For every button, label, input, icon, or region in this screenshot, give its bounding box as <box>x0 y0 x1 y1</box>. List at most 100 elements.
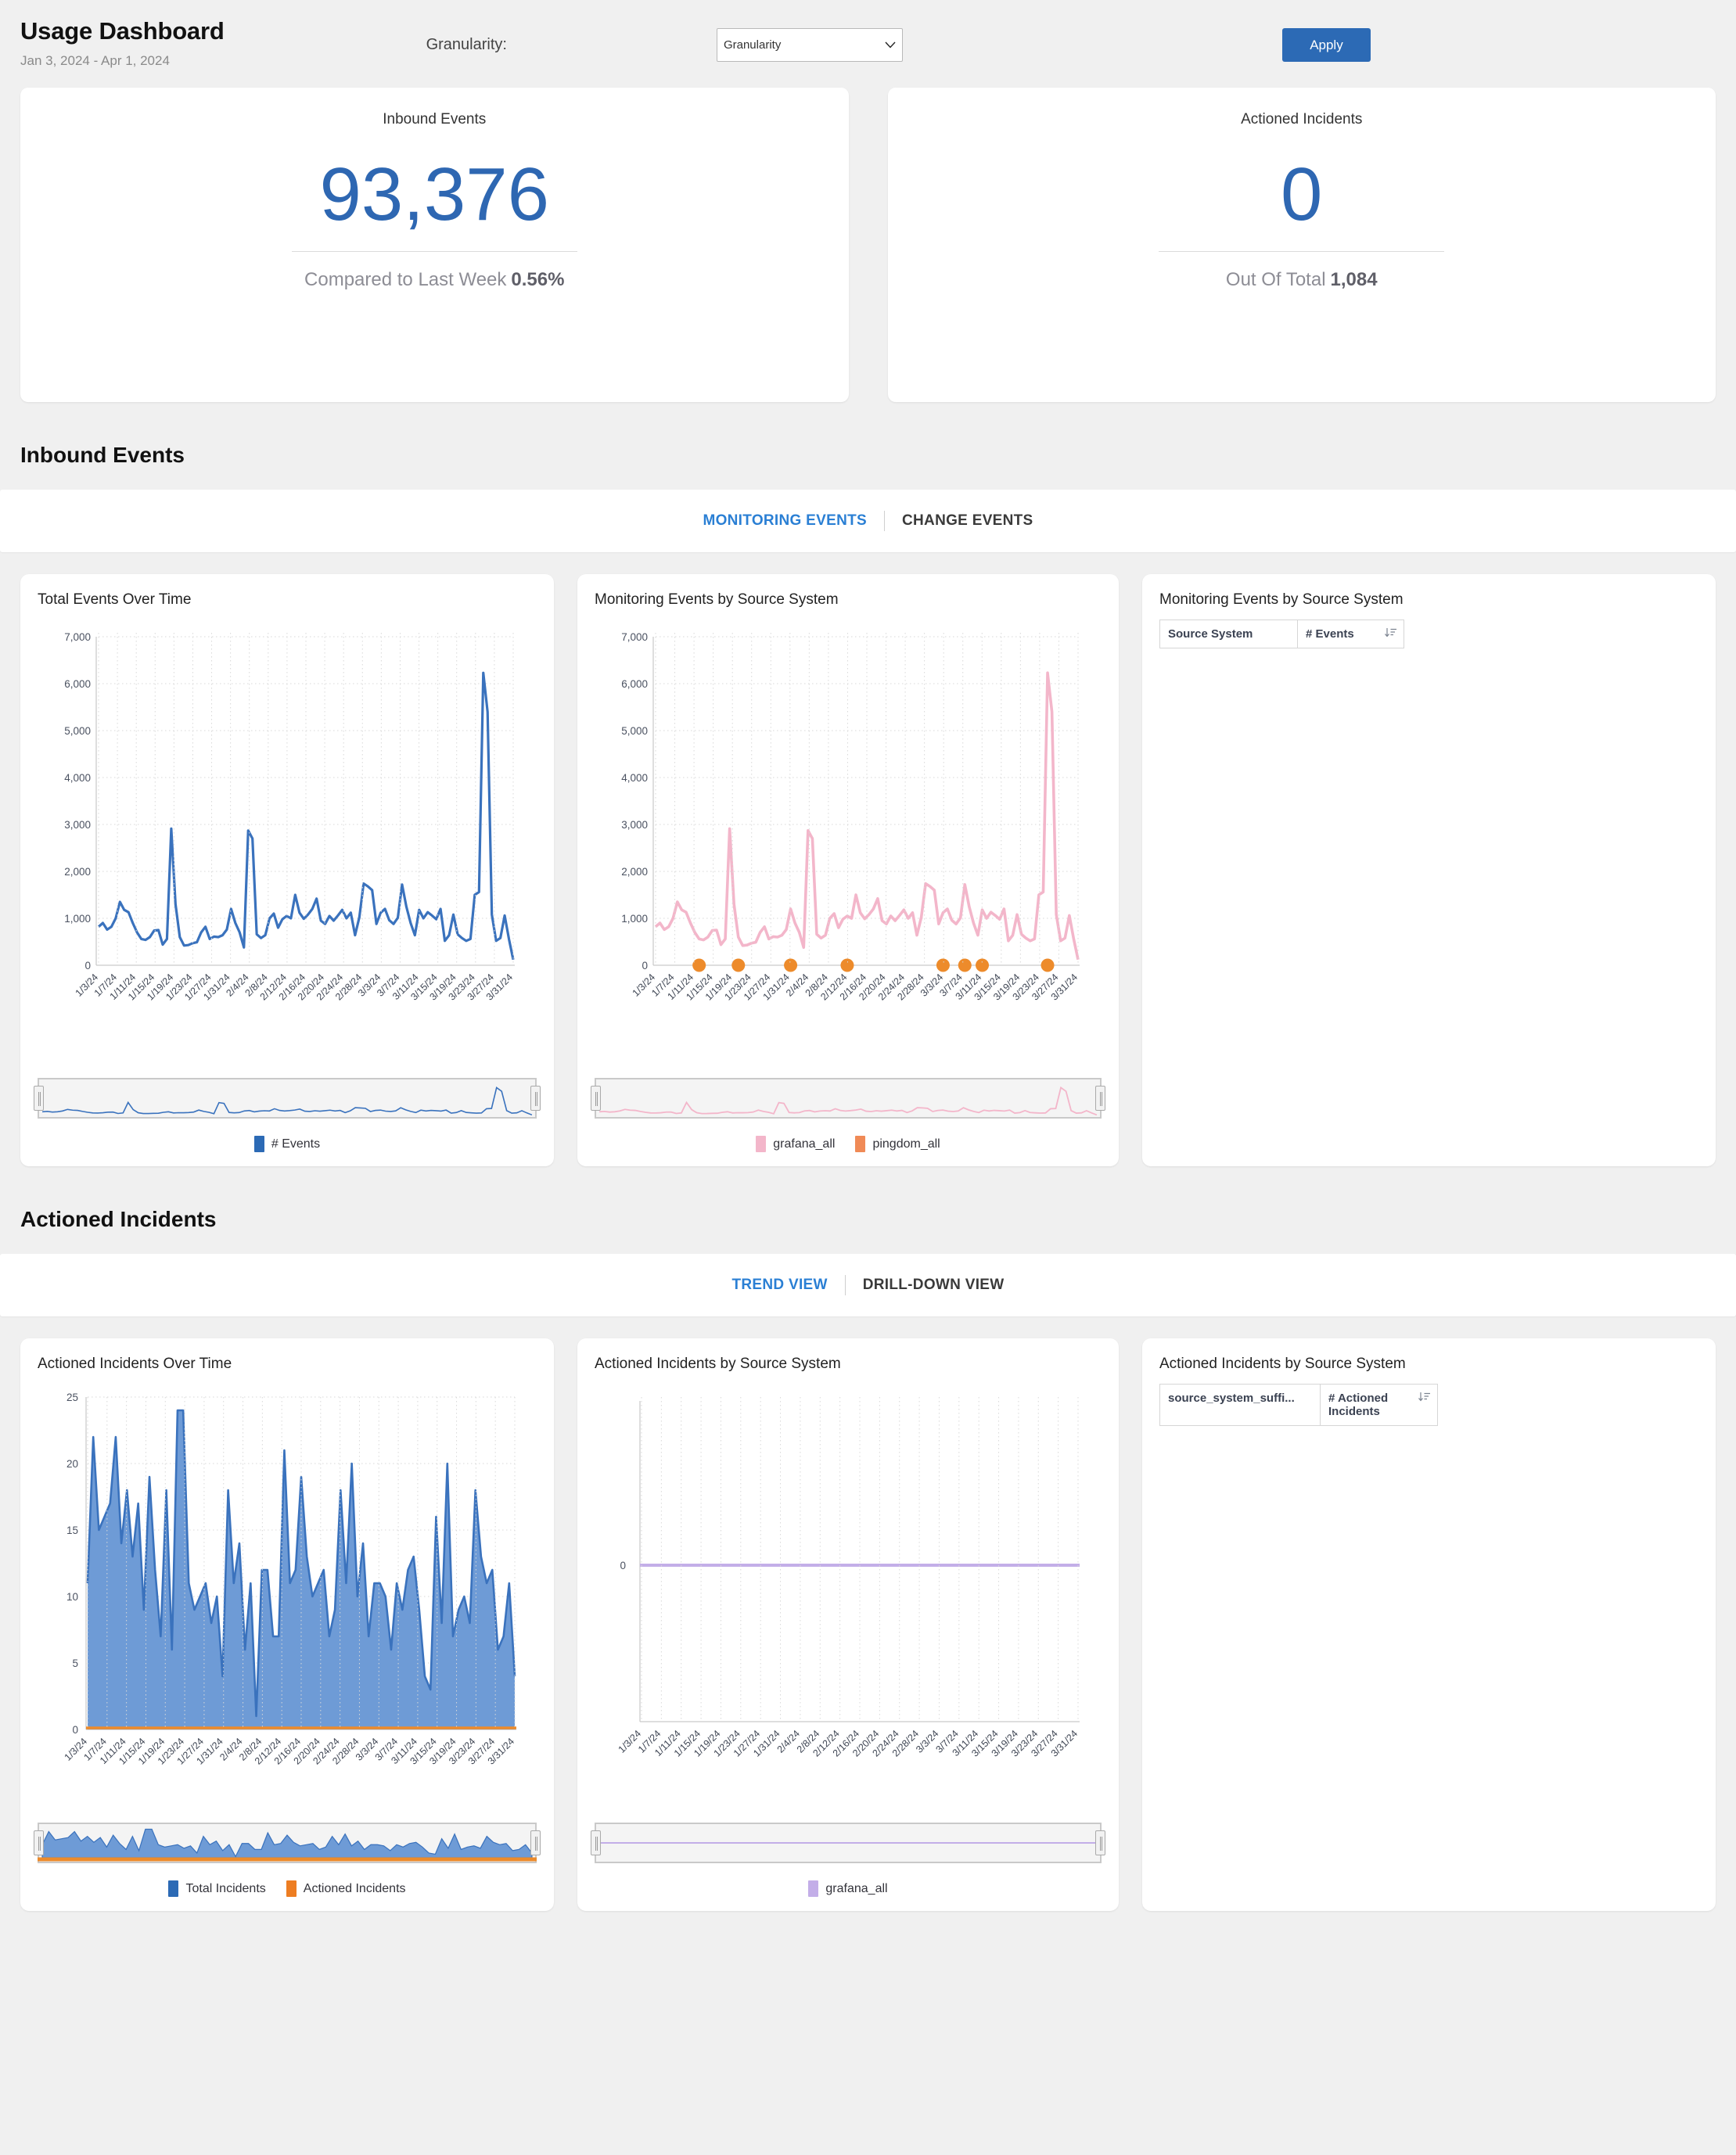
y-axis-tick-label: 4,000 <box>621 772 648 784</box>
sort-descending-icon[interactable] <box>1385 627 1397 641</box>
kpi-divider <box>1159 251 1444 252</box>
legend-item[interactable]: Actioned Incidents <box>286 1880 406 1897</box>
range-brush-actioned-incidents[interactable] <box>38 1823 537 1863</box>
column-header-source-system-suffix[interactable]: source_system_suffi... <box>1160 1385 1321 1426</box>
kpi-title: Actioned Incidents <box>1241 111 1362 128</box>
kpi-card-inbound-events: Inbound Events 93,376 Compared to Last W… <box>20 88 849 402</box>
column-header-source-system[interactable]: Source System <box>1160 620 1298 648</box>
chart-svg: 0510152025 1/3/241/7/241/11/241/15/241/1… <box>38 1377 530 1812</box>
y-axis-tick-label: 3,000 <box>621 819 648 831</box>
y-axis-tick-label: 3,000 <box>64 819 91 831</box>
range-brush-total-events[interactable] <box>38 1078 537 1119</box>
granularity-selected-value: Granularity <box>724 38 885 52</box>
legend-swatch-icon <box>286 1880 297 1897</box>
sort-descending-icon[interactable] <box>1418 1392 1431 1405</box>
brush-handle-left[interactable] <box>34 1086 44 1111</box>
kpi-footer-label: Out Of Total <box>1226 269 1326 290</box>
chart-row-actioned-incidents: Actioned Incidents Over Time 0510152025 … <box>20 1338 1716 1911</box>
chart-monitoring-events-by-source[interactable]: 01,0002,0003,0004,0005,0006,0007,000 1/3… <box>595 613 1102 1067</box>
kpi-footer: Compared to Last Week0.56% <box>304 269 564 291</box>
brush-handle-right[interactable] <box>1095 1830 1105 1855</box>
brush-handle-right[interactable] <box>1095 1086 1105 1111</box>
dashboard-page: Usage Dashboard Jan 3, 2024 - Apr 1, 202… <box>0 0 1736 1911</box>
kpi-divider <box>292 251 577 252</box>
table-header-row: Source System # Events <box>1160 620 1404 648</box>
apply-button[interactable]: Apply <box>1282 28 1371 62</box>
header-controls: Granularity: Granularity Apply <box>225 17 1716 62</box>
chart-actioned-incidents-over-time[interactable]: 0510152025 1/3/241/7/241/11/241/15/241/1… <box>38 1377 537 1812</box>
legend-item[interactable]: pingdom_all <box>855 1136 940 1152</box>
legend-item[interactable]: grafana_all <box>756 1136 835 1152</box>
pingdom-marker-icon <box>1041 959 1055 972</box>
chart-total-events-over-time[interactable]: 01,0002,0003,0004,0005,0006,0007,000 1/3… <box>38 613 537 1067</box>
granularity-label: Granularity: <box>426 36 507 54</box>
tab-change-events[interactable]: CHANGE EVENTS <box>885 512 1051 530</box>
y-axis-tick-label: 7,000 <box>64 631 91 643</box>
card-title: Actioned Incidents Over Time <box>38 1356 537 1373</box>
tab-monitoring-events[interactable]: MONITORING EVENTS <box>685 512 884 530</box>
range-brush-actioned-by-source[interactable] <box>595 1823 1102 1863</box>
kpi-footer-label: Compared to Last Week <box>304 269 506 290</box>
table-actioned-incidents-by-source: source_system_suffi... # Actioned Incide… <box>1159 1384 1438 1426</box>
legend-label: grafana_all <box>773 1137 835 1151</box>
y-axis-tick-label: 6,000 <box>621 678 648 690</box>
page-header: Usage Dashboard Jan 3, 2024 - Apr 1, 202… <box>20 0 1716 83</box>
pingdom-marker-icon <box>784 959 797 972</box>
brush-preview <box>38 1078 537 1119</box>
kpi-body: 0 Out Of Total1,084 <box>888 128 1716 320</box>
legend-label: Actioned Incidents <box>304 1882 406 1896</box>
y-axis-tick-label: 2,000 <box>64 866 91 878</box>
tabbar-inbound-events: MONITORING EVENTS CHANGE EVENTS <box>0 490 1736 552</box>
tab-drill-down-view[interactable]: DRILL-DOWN VIEW <box>846 1277 1022 1294</box>
range-brush-monitoring-events[interactable] <box>595 1078 1102 1119</box>
chart-row-inbound-events: Total Events Over Time 01,0002,0003,0004… <box>20 574 1716 1166</box>
y-axis-tick-label: 0 <box>642 960 648 972</box>
column-header-label: # Events <box>1306 627 1354 641</box>
legend-swatch-icon <box>254 1136 264 1152</box>
kpi-title: Inbound Events <box>383 111 486 128</box>
y-axis-tick-label: 0 <box>84 960 91 972</box>
kpi-value: 93,376 <box>319 157 549 232</box>
legend-item[interactable]: # Events <box>254 1136 320 1152</box>
card-actioned-incidents-by-source-chart: Actioned Incidents by Source System 0 1/… <box>577 1338 1119 1911</box>
pingdom-marker-icon <box>692 959 706 972</box>
granularity-select[interactable]: Granularity <box>717 28 903 62</box>
table-header-row: source_system_suffi... # Actioned Incide… <box>1160 1385 1438 1426</box>
legend-swatch-icon <box>855 1136 865 1152</box>
y-axis-tick-label: 0 <box>72 1724 78 1736</box>
card-monitoring-events-by-source-chart: Monitoring Events by Source System 01,00… <box>577 574 1119 1166</box>
chart-actioned-incidents-by-source[interactable]: 0 1/3/241/7/241/11/241/15/241/19/241/23/… <box>595 1377 1102 1812</box>
legend-item[interactable]: Total Incidents <box>168 1880 265 1897</box>
legend-item[interactable]: grafana_all <box>808 1880 887 1897</box>
pingdom-marker-icon <box>936 959 950 972</box>
y-axis-tick-label: 4,000 <box>64 772 91 784</box>
card-title: Monitoring Events by Source System <box>1159 591 1698 609</box>
section-heading-actioned-incidents: Actioned Incidents <box>20 1207 1716 1232</box>
pingdom-marker-icon <box>958 959 972 972</box>
brush-handle-right[interactable] <box>530 1086 541 1111</box>
y-axis-tick-label: 5,000 <box>64 725 91 737</box>
brush-handle-left[interactable] <box>34 1830 44 1855</box>
column-header-events[interactable]: # Events <box>1298 620 1404 648</box>
brush-handle-left[interactable] <box>591 1086 601 1111</box>
tab-trend-view[interactable]: TREND VIEW <box>714 1277 844 1294</box>
kpi-footer-value: 0.56% <box>511 269 564 290</box>
title-block: Usage Dashboard Jan 3, 2024 - Apr 1, 202… <box>20 17 225 69</box>
chart-svg: 0 1/3/241/7/241/11/241/15/241/19/241/23/… <box>595 1377 1095 1812</box>
legend-monitoring-events: grafana_all pingdom_all <box>595 1136 1102 1152</box>
kpi-footer: Out Of Total1,084 <box>1226 269 1378 291</box>
kpi-value: 0 <box>1281 157 1322 232</box>
card-total-events-over-time: Total Events Over Time 01,0002,0003,0004… <box>20 574 554 1166</box>
legend-swatch-icon <box>808 1880 818 1897</box>
section-heading-inbound-events: Inbound Events <box>20 443 1716 468</box>
brush-handle-left[interactable] <box>591 1830 601 1855</box>
column-header-actioned-incidents[interactable]: # Actioned Incidents <box>1321 1385 1438 1426</box>
legend-total-events: # Events <box>38 1136 537 1152</box>
brush-handle-right[interactable] <box>530 1830 541 1855</box>
card-actioned-incidents-by-source-table: Actioned Incidents by Source System sour… <box>1142 1338 1716 1911</box>
legend-swatch-icon <box>168 1880 178 1897</box>
kpi-body: 93,376 Compared to Last Week0.56% <box>20 128 849 320</box>
tabbar-actioned-incidents: TREND VIEW DRILL-DOWN VIEW <box>0 1254 1736 1316</box>
legend-label: pingdom_all <box>872 1137 940 1151</box>
page-title: Usage Dashboard <box>20 17 225 45</box>
